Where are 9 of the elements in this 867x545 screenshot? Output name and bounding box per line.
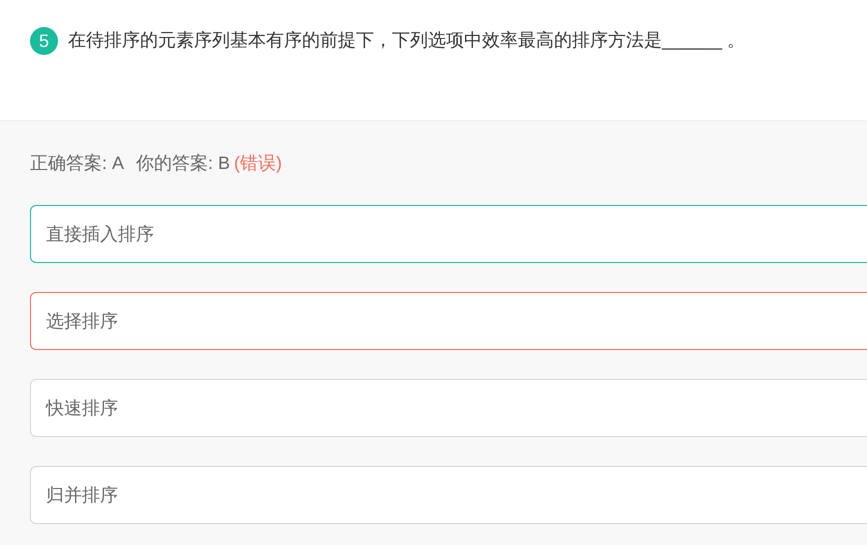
- correct-answer-label: 正确答案: A: [30, 152, 124, 175]
- answer-option[interactable]: 选择排序: [30, 292, 867, 350]
- answer-option[interactable]: 快速排序: [30, 379, 867, 437]
- question-number-badge: 5: [30, 27, 58, 55]
- answer-verdict: (错误): [234, 152, 282, 175]
- answer-option[interactable]: 归并排序: [30, 466, 867, 524]
- your-answer-label: 你的答案: B: [136, 152, 230, 175]
- question-text: 在待排序的元素序列基本有序的前提下，下列选项中效率最高的排序方法是______ 。: [68, 29, 746, 52]
- answer-option[interactable]: 直接插入排序: [30, 205, 867, 263]
